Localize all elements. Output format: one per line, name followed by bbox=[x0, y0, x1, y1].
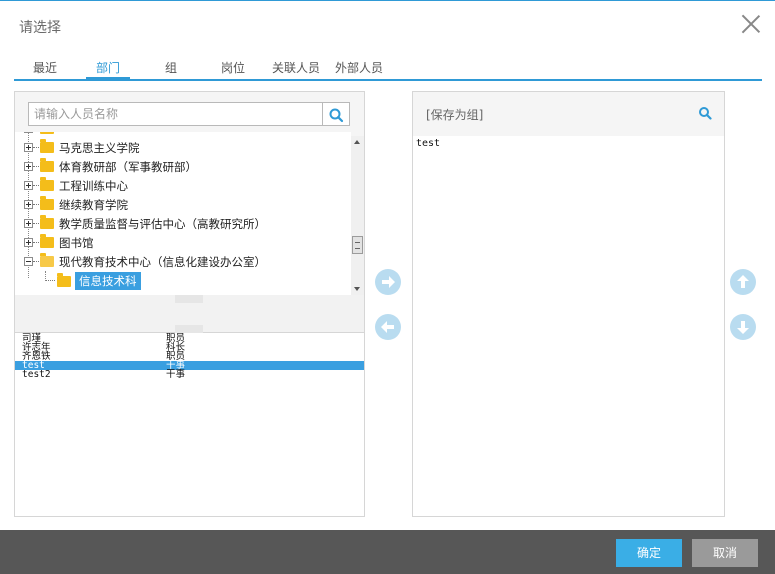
scroll-down-icon[interactable] bbox=[354, 287, 360, 291]
right-panel-header: [保存为组] bbox=[413, 92, 724, 136]
person-position: 干事 bbox=[166, 369, 186, 380]
search-input[interactable] bbox=[29, 103, 322, 125]
arrow-down-icon bbox=[737, 321, 749, 334]
tab-recent[interactable]: 最近 bbox=[33, 59, 57, 76]
select-dialog: 请选择 最近 部门 组 岗位 关联人员 外部人员 请输入人员名称 马克思主义学院… bbox=[0, 0, 775, 574]
dialog-title: 请选择 bbox=[19, 20, 61, 36]
tree-item[interactable]: 图书馆 bbox=[15, 233, 351, 252]
folder-icon bbox=[40, 158, 54, 172]
panel-splitter[interactable] bbox=[15, 295, 364, 333]
tree-item-label: 信息技术科 bbox=[75, 272, 141, 290]
tree-item-label: 体育教研部（军事教研部） bbox=[59, 160, 197, 174]
tree-item-label: 图书馆 bbox=[59, 236, 94, 250]
folder-icon bbox=[40, 139, 54, 153]
list-item-selected[interactable]: test 干事 bbox=[15, 361, 364, 370]
right-panel: [保存为组] test bbox=[412, 91, 725, 517]
tab-group[interactable]: 组 bbox=[165, 59, 177, 76]
confirm-button[interactable]: 确定 bbox=[616, 539, 682, 567]
tree-item-label: 教学质量监督与评估中心（高教研究所） bbox=[59, 217, 266, 231]
save-as-group-link[interactable]: [保存为组] bbox=[426, 106, 483, 123]
chevron-up-icon[interactable] bbox=[175, 295, 203, 303]
folder-icon bbox=[40, 196, 54, 210]
tree-item-selected[interactable]: 信息技术科 bbox=[15, 272, 351, 291]
collapse-toggle[interactable] bbox=[24, 257, 33, 266]
folder-icon bbox=[40, 132, 54, 134]
list-item[interactable]: 齐恩铁 职员 bbox=[15, 352, 364, 362]
tree-item[interactable]: 教学质量监督与评估中心（高教研究所） bbox=[15, 214, 351, 233]
list-item[interactable]: test2 干事 bbox=[15, 369, 364, 380]
tab-related-people[interactable]: 关联人员 bbox=[272, 59, 320, 76]
expand-toggle[interactable] bbox=[24, 200, 33, 209]
tab-department[interactable]: 部门 bbox=[85, 59, 131, 80]
cancel-button[interactable]: 取消 bbox=[692, 539, 758, 567]
person-name: test2 bbox=[22, 369, 51, 380]
arrow-left-icon bbox=[381, 321, 394, 333]
tree-item[interactable]: 继续教育学院 bbox=[15, 195, 351, 214]
add-selected-button[interactable] bbox=[375, 269, 401, 295]
arrow-right-icon bbox=[382, 276, 395, 288]
tree-item-label: 工程训练中心 bbox=[59, 179, 128, 193]
tree-item[interactable]: 马克思主义学院 bbox=[15, 138, 351, 157]
tab-bar: 最近 部门 组 岗位 关联人员 外部人员 bbox=[14, 56, 762, 81]
folder-icon bbox=[40, 177, 54, 191]
expand-toggle[interactable] bbox=[24, 219, 33, 228]
tab-position[interactable]: 岗位 bbox=[221, 59, 245, 76]
expand-toggle[interactable] bbox=[24, 143, 33, 152]
move-up-button[interactable] bbox=[730, 269, 756, 295]
tab-external-people[interactable]: 外部人员 bbox=[335, 59, 383, 76]
tree-item-label: 马克思主义学院 bbox=[59, 141, 140, 155]
expand-toggle[interactable] bbox=[24, 181, 33, 190]
left-panel-header bbox=[15, 92, 364, 136]
close-icon[interactable] bbox=[740, 13, 762, 35]
search-icon[interactable] bbox=[698, 106, 712, 120]
tree-scrollbar[interactable] bbox=[351, 136, 364, 295]
expand-toggle[interactable] bbox=[24, 238, 33, 247]
tree-item[interactable]: 现代教育技术中心（信息化建设办公室） bbox=[15, 252, 351, 271]
tree-item[interactable]: 工程训练中心 bbox=[15, 176, 351, 195]
department-tree: 马克思主义学院 体育教研部（军事教研部） 工程训练中心 继续教育学院 教学质量监… bbox=[15, 132, 351, 295]
list-item[interactable]: 许志年 科长 bbox=[15, 343, 364, 353]
selected-item[interactable]: test bbox=[416, 138, 440, 149]
list-item[interactable]: 司瑾 职员 bbox=[15, 334, 364, 344]
scroll-thumb[interactable] bbox=[352, 236, 363, 254]
arrow-up-icon bbox=[737, 275, 749, 288]
dialog-footer: 确定 取消 bbox=[0, 530, 775, 574]
folder-icon bbox=[40, 215, 54, 229]
tree-item-label: 继续教育学院 bbox=[59, 198, 128, 212]
move-down-button[interactable] bbox=[730, 314, 756, 340]
expand-toggle[interactable] bbox=[24, 132, 33, 133]
scroll-up-icon[interactable] bbox=[354, 140, 360, 144]
folder-icon bbox=[40, 234, 54, 248]
left-panel: 马克思主义学院 体育教研部（军事教研部） 工程训练中心 继续教育学院 bbox=[14, 91, 365, 517]
tree-item-label: 现代教育技术中心（信息化建设办公室） bbox=[59, 255, 266, 269]
folder-open-icon bbox=[40, 253, 54, 267]
tree-item[interactable]: 体育教研部（军事教研部） bbox=[15, 157, 351, 176]
search-icon bbox=[329, 108, 344, 123]
expand-toggle[interactable] bbox=[24, 162, 33, 171]
search-button[interactable] bbox=[323, 102, 350, 126]
search-field[interactable] bbox=[28, 102, 323, 126]
folder-icon bbox=[57, 273, 71, 287]
remove-selected-button[interactable] bbox=[375, 314, 401, 340]
chevron-down-icon[interactable] bbox=[175, 325, 203, 333]
